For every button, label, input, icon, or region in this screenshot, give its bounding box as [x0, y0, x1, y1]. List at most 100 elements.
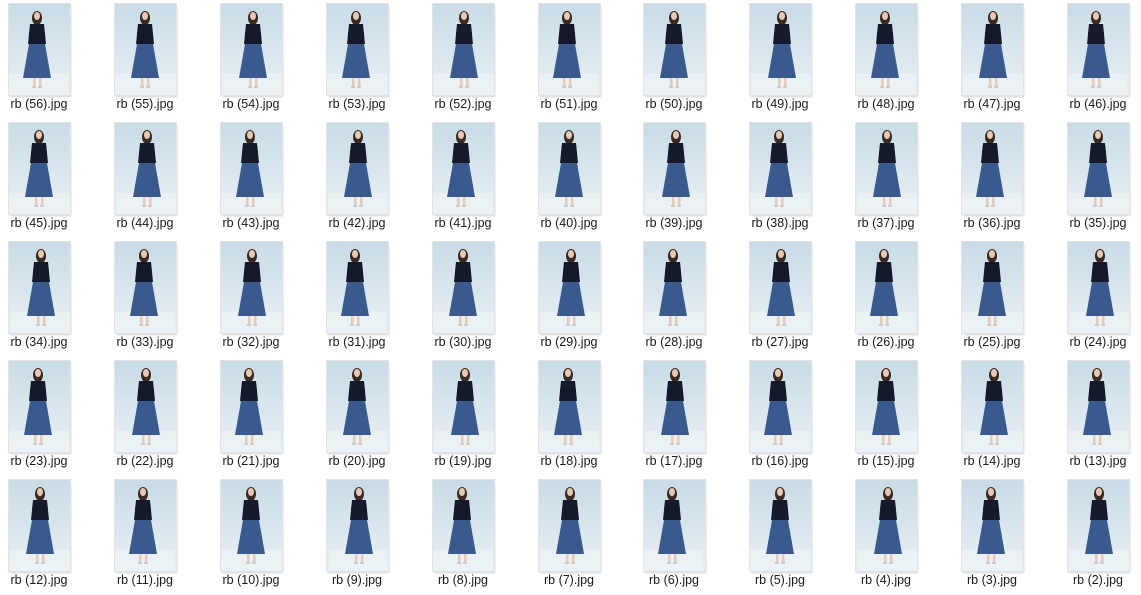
file-item[interactable]: rb (41).jpg — [433, 119, 533, 237]
photo-thumbnail-icon — [1068, 123, 1129, 214]
file-name-label: rb (8).jpg — [437, 573, 489, 587]
file-item[interactable]: rb (9).jpg — [327, 476, 427, 594]
file-item[interactable]: rb (16).jpg — [750, 357, 850, 475]
file-name-label: rb (45).jpg — [10, 216, 68, 230]
file-item[interactable]: rb (13).jpg — [1068, 357, 1141, 475]
file-item[interactable]: rb (46).jpg — [1068, 0, 1141, 118]
file-item[interactable]: rb (29).jpg — [539, 238, 639, 356]
file-item[interactable]: rb (31).jpg — [327, 238, 427, 356]
photo-thumbnail-icon — [962, 361, 1023, 452]
file-item[interactable]: rb (3).jpg — [962, 476, 1062, 594]
file-item[interactable]: rb (45).jpg — [9, 119, 109, 237]
file-name-label: rb (46).jpg — [1069, 97, 1127, 111]
file-item[interactable]: rb (23).jpg — [9, 357, 109, 475]
photo-thumbnail-icon — [962, 480, 1023, 571]
file-item[interactable]: rb (25).jpg — [962, 238, 1062, 356]
photo-thumbnail-icon — [9, 480, 70, 571]
file-item[interactable]: rb (19).jpg — [433, 357, 533, 475]
file-item[interactable]: rb (24).jpg — [1068, 238, 1141, 356]
file-item[interactable]: rb (20).jpg — [327, 357, 427, 475]
photo-thumbnail-icon — [750, 361, 811, 452]
file-name-label: rb (11).jpg — [116, 573, 174, 587]
photo-thumbnail-icon — [115, 242, 176, 333]
photo-thumbnail-icon — [115, 480, 176, 571]
file-name-label: rb (26).jpg — [857, 335, 915, 349]
file-item[interactable]: rb (56).jpg — [9, 0, 109, 118]
file-item[interactable]: rb (48).jpg — [856, 0, 956, 118]
file-name-label: rb (41).jpg — [434, 216, 492, 230]
file-item[interactable]: rb (15).jpg — [856, 357, 956, 475]
file-item[interactable]: rb (32).jpg — [221, 238, 321, 356]
file-name-label: rb (55).jpg — [116, 97, 174, 111]
photo-thumbnail-icon — [539, 123, 600, 214]
photo-thumbnail-icon — [644, 123, 705, 214]
file-item[interactable]: rb (7).jpg — [539, 476, 639, 594]
photo-thumbnail-icon — [750, 480, 811, 571]
file-name-label: rb (5).jpg — [754, 573, 806, 587]
file-name-label: rb (13).jpg — [1069, 454, 1127, 468]
photo-thumbnail-icon — [856, 123, 917, 214]
file-name-label: rb (19).jpg — [434, 454, 492, 468]
file-name-label: rb (39).jpg — [645, 216, 703, 230]
photo-thumbnail-icon — [327, 123, 388, 214]
file-item[interactable]: rb (12).jpg — [9, 476, 109, 594]
file-item[interactable]: rb (53).jpg — [327, 0, 427, 118]
file-item[interactable]: rb (51).jpg — [539, 0, 639, 118]
file-item[interactable]: rb (44).jpg — [115, 119, 215, 237]
file-item[interactable]: rb (17).jpg — [644, 357, 744, 475]
file-item[interactable]: rb (8).jpg — [433, 476, 533, 594]
file-item[interactable]: rb (40).jpg — [539, 119, 639, 237]
file-item[interactable]: rb (54).jpg — [221, 0, 321, 118]
file-name-label: rb (28).jpg — [645, 335, 703, 349]
file-item[interactable]: rb (42).jpg — [327, 119, 427, 237]
file-item[interactable]: rb (5).jpg — [750, 476, 850, 594]
file-item[interactable]: rb (49).jpg — [750, 0, 850, 118]
file-item[interactable]: rb (47).jpg — [962, 0, 1062, 118]
photo-thumbnail-icon — [644, 480, 705, 571]
file-item[interactable]: rb (22).jpg — [115, 357, 215, 475]
file-name-label: rb (16).jpg — [751, 454, 809, 468]
file-name-label: rb (31).jpg — [328, 335, 386, 349]
file-item[interactable]: rb (14).jpg — [962, 357, 1062, 475]
file-name-label: rb (52).jpg — [434, 97, 492, 111]
file-item[interactable]: rb (6).jpg — [644, 476, 744, 594]
file-name-label: rb (24).jpg — [1069, 335, 1127, 349]
file-name-label: rb (4).jpg — [860, 573, 912, 587]
file-name-label: rb (54).jpg — [222, 97, 280, 111]
photo-thumbnail-icon — [856, 361, 917, 452]
file-item[interactable]: rb (55).jpg — [115, 0, 215, 118]
photo-thumbnail-icon — [539, 361, 600, 452]
file-item[interactable]: rb (38).jpg — [750, 119, 850, 237]
photo-thumbnail-icon — [1068, 242, 1129, 333]
photo-thumbnail-icon — [9, 123, 70, 214]
file-name-label: rb (2).jpg — [1072, 573, 1124, 587]
file-item[interactable]: rb (30).jpg — [433, 238, 533, 356]
file-item[interactable]: rb (26).jpg — [856, 238, 956, 356]
file-item[interactable]: rb (10).jpg — [221, 476, 321, 594]
file-item[interactable]: rb (18).jpg — [539, 357, 639, 475]
file-item[interactable]: rb (28).jpg — [644, 238, 744, 356]
photo-thumbnail-icon — [433, 480, 494, 571]
file-item[interactable]: rb (27).jpg — [750, 238, 850, 356]
file-name-label: rb (25).jpg — [963, 335, 1021, 349]
photo-thumbnail-icon — [327, 361, 388, 452]
file-item[interactable]: rb (37).jpg — [856, 119, 956, 237]
file-item[interactable]: rb (2).jpg — [1068, 476, 1141, 594]
file-item[interactable]: rb (4).jpg — [856, 476, 956, 594]
file-item[interactable]: rb (36).jpg — [962, 119, 1062, 237]
file-item[interactable]: rb (21).jpg — [221, 357, 321, 475]
file-item[interactable]: rb (43).jpg — [221, 119, 321, 237]
file-thumbnail-grid: rb (56).jpg rb (55).jpg rb (54).jpg rb (… — [0, 0, 1141, 595]
file-item[interactable]: rb (11).jpg — [115, 476, 215, 594]
file-name-label: rb (37).jpg — [857, 216, 915, 230]
file-item[interactable]: rb (52).jpg — [433, 0, 533, 118]
file-item[interactable]: rb (39).jpg — [644, 119, 744, 237]
photo-thumbnail-icon — [750, 123, 811, 214]
file-item[interactable]: rb (34).jpg — [9, 238, 109, 356]
file-name-label: rb (10).jpg — [222, 573, 280, 587]
photo-thumbnail-icon — [433, 123, 494, 214]
file-item[interactable]: rb (35).jpg — [1068, 119, 1141, 237]
file-item[interactable]: rb (50).jpg — [644, 0, 744, 118]
file-item[interactable]: rb (33).jpg — [115, 238, 215, 356]
file-name-label: rb (36).jpg — [963, 216, 1021, 230]
